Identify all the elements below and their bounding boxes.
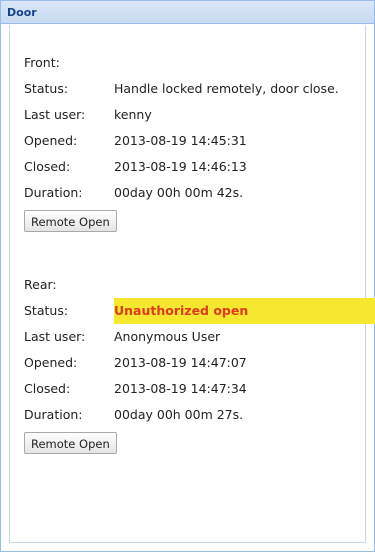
- rear-remote-open-button[interactable]: Remote Open: [24, 432, 117, 454]
- front-opened-value: 2013-08-19 14:45:31: [114, 133, 247, 148]
- rear-opened-value: 2013-08-19 14:47:07: [114, 355, 247, 370]
- panel-header: Door: [1, 1, 374, 24]
- front-closed-label: Closed:: [24, 159, 71, 174]
- rear-closed-label: Closed:: [24, 381, 71, 396]
- rear-opened-row: Opened: 2013-08-19 14:47:07: [24, 350, 368, 376]
- rear-status-row: Status: Unauthorized open: [24, 298, 375, 324]
- front-last-user-row: Last user: kenny: [24, 102, 368, 128]
- front-closed-value: 2013-08-19 14:46:13: [114, 159, 247, 174]
- front-door-section: Front: Status: Handle locked remotely, d…: [24, 50, 368, 232]
- rear-status-alert-value: Unauthorized open: [114, 298, 375, 324]
- rear-duration-row: Duration: 00day 00h 00m 27s.: [24, 402, 368, 428]
- front-last-user-label: Last user:: [24, 107, 86, 122]
- rear-opened-label: Opened:: [24, 355, 78, 370]
- rear-closed-value: 2013-08-19 14:47:34: [114, 381, 247, 396]
- rear-last-user-label: Last user:: [24, 329, 86, 344]
- rear-status-label: Status:: [24, 303, 69, 318]
- front-duration-value: 00day 00h 00m 42s.: [114, 185, 244, 200]
- front-remote-open-button[interactable]: Remote Open: [24, 210, 117, 232]
- front-status-row: Status: Handle locked remotely, door clo…: [24, 76, 368, 102]
- front-status-label: Status:: [24, 81, 69, 96]
- rear-duration-label: Duration:: [24, 407, 83, 422]
- rear-closed-row: Closed: 2013-08-19 14:47:34: [24, 376, 368, 402]
- panel-title: Door: [7, 5, 37, 19]
- front-status-value: Handle locked remotely, door close.: [114, 81, 339, 96]
- front-door-title: Front:: [24, 55, 60, 70]
- rear-last-user-value: Anonymous User: [114, 329, 221, 344]
- front-closed-row: Closed: 2013-08-19 14:46:13: [24, 154, 368, 180]
- rear-door-section: Rear: Status: Unauthorized open Last use…: [24, 272, 375, 454]
- rear-duration-value: 00day 00h 00m 27s.: [114, 407, 244, 422]
- front-duration-row: Duration: 00day 00h 00m 42s.: [24, 180, 368, 206]
- front-last-user-value: kenny: [114, 107, 152, 122]
- front-duration-label: Duration:: [24, 185, 83, 200]
- rear-last-user-row: Last user: Anonymous User: [24, 324, 368, 350]
- front-opened-row: Opened: 2013-08-19 14:45:31: [24, 128, 368, 154]
- rear-door-title: Rear:: [24, 277, 57, 292]
- front-opened-label: Opened:: [24, 133, 78, 148]
